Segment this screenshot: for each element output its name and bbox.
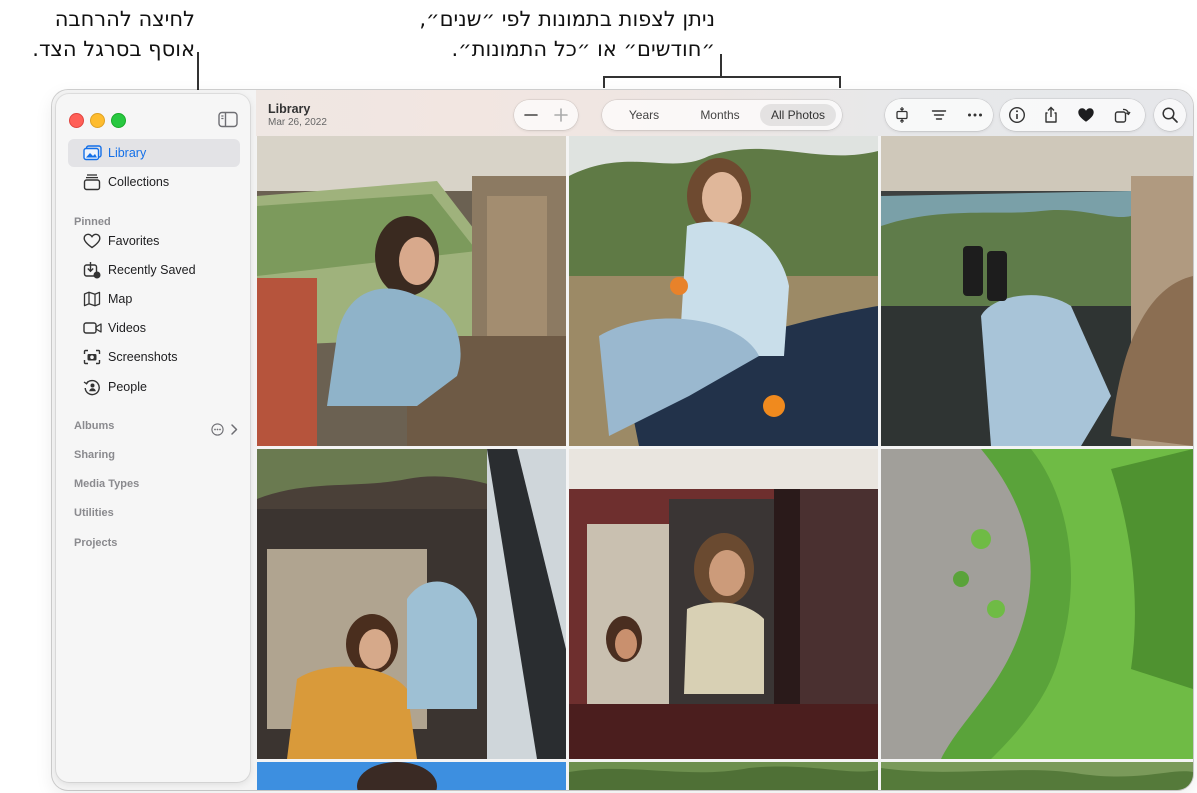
photo-thumbnail[interactable]: [257, 762, 566, 790]
callout-line-center-left-tick: [603, 76, 605, 88]
filter-icon[interactable]: [930, 106, 948, 124]
photo-girl-in-car-window: [257, 136, 566, 446]
minus-icon[interactable]: [520, 105, 542, 125]
search-button[interactable]: [1154, 99, 1186, 131]
zoom-window-button[interactable]: [111, 113, 126, 128]
callout-line-center-right-tick: [839, 76, 841, 88]
photo-library-view: Library Mar 26, 2022 Years Months All Ph…: [256, 90, 1193, 790]
callout-line-center-vertical: [720, 54, 722, 76]
photo-actions-group: [1000, 99, 1145, 131]
photo-girls-in-car-back-seat: [257, 449, 566, 759]
segment-months[interactable]: Months: [684, 104, 756, 126]
stack-icon: [82, 172, 102, 192]
photo-sky-portrait-partial: [257, 762, 566, 790]
page-date: Mar 26, 2022: [268, 117, 327, 128]
photo-ivy-on-stone-wall: [881, 449, 1193, 759]
sidebar-item-screenshots[interactable]: Screenshots: [68, 343, 240, 371]
section-albums[interactable]: Albums: [74, 420, 114, 432]
photo-thumbnail[interactable]: [881, 762, 1193, 790]
section-sharing[interactable]: Sharing: [74, 449, 115, 461]
more-icon[interactable]: [966, 106, 984, 124]
photos-window: Library Collections Pinned Favorites Rec…: [52, 90, 1193, 790]
view-tools-group: [885, 99, 993, 131]
people-icon: [82, 377, 102, 397]
photo-woman-in-van-window: [569, 449, 878, 759]
rotate-icon[interactable]: [1113, 106, 1131, 124]
chevron-right-icon[interactable]: [230, 423, 238, 436]
callout-line-center-bracket: [603, 76, 840, 78]
saved-icon: [82, 260, 102, 280]
photo-thumbnail[interactable]: [569, 449, 878, 759]
callout-view-hint-line1: ניתן לצפות בתמונות לפי ״שנים״,: [419, 7, 715, 31]
sidebar-item-favorites[interactable]: Favorites: [68, 227, 240, 255]
sidebar-item-label: Library: [108, 146, 147, 160]
search-icon: [1162, 107, 1178, 123]
sidebar-item-recently-saved[interactable]: Recently Saved: [68, 256, 240, 284]
sidebar-item-label: Recently Saved: [108, 263, 196, 277]
sidebar-item-library[interactable]: Library: [68, 139, 240, 167]
sidebar-item-label: People: [108, 380, 147, 394]
photo-girl-on-car-hood-orange: [569, 136, 878, 446]
map-icon: [82, 289, 102, 309]
segment-all-photos[interactable]: All Photos: [760, 104, 836, 126]
callout-view-hint: ניתן לצפות בתמונות לפי ״שנים״, ״חודשים״ …: [380, 4, 715, 64]
sidebar-item-people[interactable]: People: [68, 373, 240, 401]
photo-library-icon: [82, 143, 102, 163]
photo-thumbnail[interactable]: [257, 136, 566, 446]
sidebar-item-label: Favorites: [108, 234, 160, 248]
photo-trees-partial: [569, 762, 878, 790]
photo-feet-on-dashboard: [881, 136, 1193, 446]
heart-fill-icon[interactable]: [1077, 106, 1095, 124]
callout-view-hint-line2: ״חודשים״ או ״כל התמונות״.: [451, 37, 716, 61]
minimize-window-button[interactable]: [90, 113, 105, 128]
photo-thumbnail[interactable]: [569, 136, 878, 446]
callout-sidebar-hint-line1: לחיצה להרחבה: [54, 7, 195, 31]
sidebar-item-collections[interactable]: Collections: [68, 168, 240, 196]
sidebar: Library Collections Pinned Favorites Rec…: [56, 94, 250, 782]
screenshot-icon: [82, 347, 102, 367]
plus-icon[interactable]: [550, 105, 572, 125]
sidebar-item-videos[interactable]: Videos: [68, 314, 240, 342]
photo-thumbnail[interactable]: [257, 449, 566, 759]
photo-thumbnail[interactable]: [881, 449, 1193, 759]
close-window-button[interactable]: [69, 113, 84, 128]
heart-icon: [82, 231, 102, 251]
photo-thumbnail[interactable]: [569, 762, 878, 790]
zoom-control: [514, 100, 578, 130]
share-icon[interactable]: [1042, 106, 1060, 124]
view-segmented-control: Years Months All Photos: [602, 100, 842, 130]
callout-sidebar-hint: לחיצה להרחבה אוסף בסרגל הצד.: [0, 4, 195, 64]
sidebar-item-label: Videos: [108, 321, 146, 335]
page-title: Library: [268, 102, 311, 116]
section-utilities[interactable]: Utilities: [74, 507, 114, 519]
sidebar-item-label: Screenshots: [108, 350, 178, 364]
photo-trees-partial-2: [881, 762, 1193, 790]
aspect-icon[interactable]: [893, 106, 911, 124]
sidebar-item-label: Map: [108, 292, 133, 306]
info-icon[interactable]: [1008, 106, 1026, 124]
callout-sidebar-hint-line2: אוסף בסרגל הצד.: [32, 37, 195, 61]
more-circle-icon[interactable]: [211, 423, 224, 436]
segment-years[interactable]: Years: [608, 104, 680, 126]
sidebar-item-map[interactable]: Map: [68, 285, 240, 313]
video-icon: [82, 318, 102, 338]
photo-thumbnail[interactable]: [881, 136, 1193, 446]
section-media-types[interactable]: Media Types: [74, 478, 139, 490]
sidebar-item-label: Collections: [108, 175, 170, 189]
sidebar-icon[interactable]: [218, 111, 238, 128]
section-projects[interactable]: Projects: [74, 537, 117, 549]
